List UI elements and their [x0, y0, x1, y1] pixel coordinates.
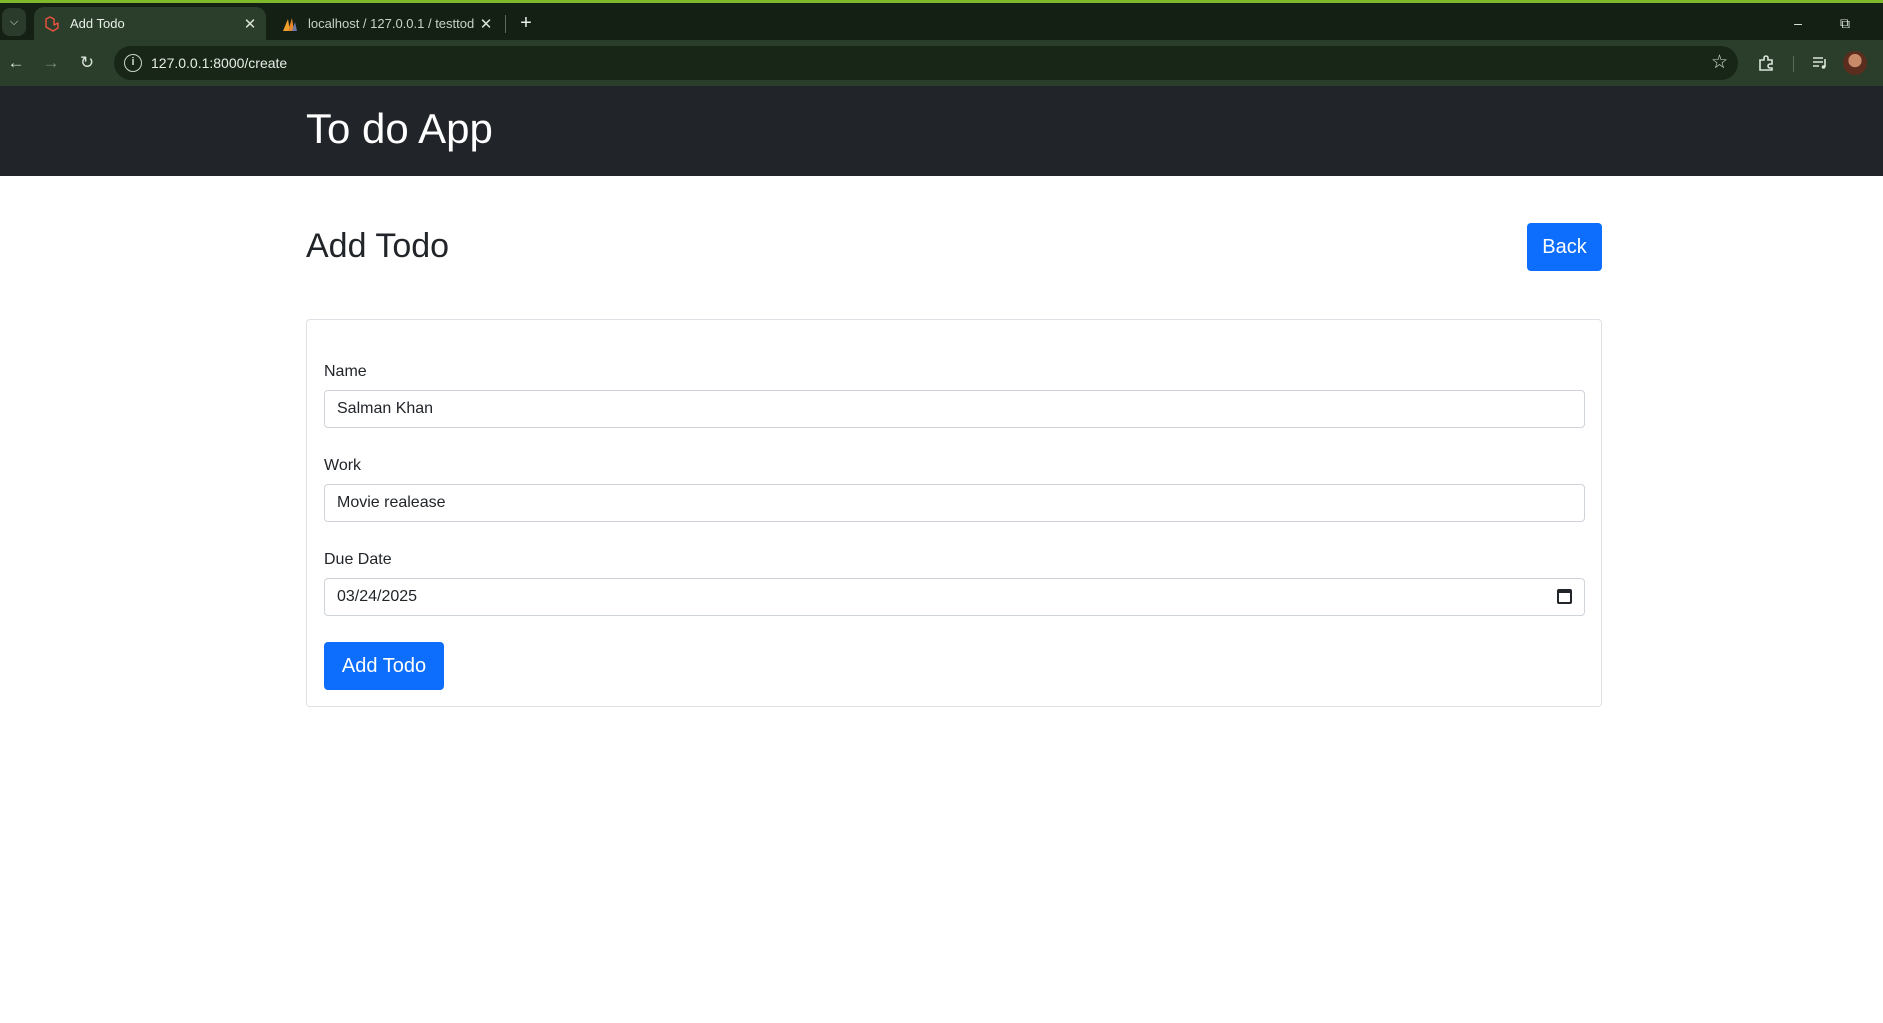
- address-bar[interactable]: i 127.0.0.1:8000/create ☆: [114, 46, 1738, 80]
- media-queue-icon: [1813, 57, 1826, 69]
- tab-separator: [505, 15, 506, 33]
- new-tab-button[interactable]: +: [514, 11, 538, 35]
- toolbar-separator: [1793, 56, 1794, 72]
- restore-icon: ⧉: [1840, 15, 1850, 31]
- minimize-button[interactable]: –: [1778, 11, 1818, 35]
- info-icon[interactable]: i: [124, 54, 142, 72]
- tab-search-button[interactable]: ⌵: [2, 8, 26, 36]
- tab-add-todo[interactable]: Add Todo ✕: [34, 7, 266, 40]
- puzzle-icon: [1759, 55, 1773, 71]
- due-date-label: Due Date: [324, 551, 392, 568]
- page-title: Add Todo: [306, 227, 450, 265]
- plus-icon: +: [520, 12, 532, 34]
- star-icon[interactable]: ☆: [1711, 51, 1728, 75]
- tab-phpmyadmin[interactable]: localhost / 127.0.0.1 / testtodos ✕: [272, 7, 502, 40]
- add-todo-submit-button[interactable]: Add Todo: [324, 642, 444, 690]
- forward-nav-button[interactable]: →: [38, 50, 64, 76]
- tab-strip: ⌵ Add Todo ✕ localhost / 127.0.0.1 / tes…: [0, 3, 1883, 40]
- tab-title: localhost / 127.0.0.1 / testtodos: [308, 16, 474, 31]
- close-icon[interactable]: ✕: [474, 15, 498, 33]
- media-button[interactable]: [1807, 50, 1833, 76]
- app-navbar: To do App: [0, 86, 1883, 176]
- browser-toolbar: ← → ↻ i 127.0.0.1:8000/create ☆: [0, 40, 1883, 86]
- work-input[interactable]: Movie realease: [324, 484, 1585, 522]
- due-date-input[interactable]: 03/24/2025: [324, 578, 1585, 616]
- browser-chrome: ⌵ Add Todo ✕ localhost / 127.0.0.1 / tes…: [0, 0, 1883, 86]
- profile-avatar[interactable]: [1843, 51, 1867, 75]
- chevron-down-icon: ⌵: [9, 15, 19, 28]
- add-todo-form: Name Salman Khan Work Movie realease Due…: [306, 319, 1602, 707]
- close-icon[interactable]: ✕: [238, 15, 262, 33]
- back-button[interactable]: Back: [1527, 223, 1602, 271]
- app-brand[interactable]: To do App: [306, 102, 493, 156]
- reload-button[interactable]: ↻: [74, 50, 100, 76]
- name-input[interactable]: Salman Khan: [324, 390, 1585, 428]
- restore-button[interactable]: ⧉: [1825, 11, 1865, 35]
- calendar-icon[interactable]: [1557, 589, 1572, 604]
- arrow-right-icon: →: [42, 53, 60, 72]
- laravel-logo-icon: [45, 15, 59, 32]
- name-label: Name: [324, 363, 367, 380]
- reload-icon: ↻: [79, 53, 95, 72]
- minimize-icon: –: [1794, 15, 1802, 31]
- work-label: Work: [324, 457, 362, 474]
- phpmyadmin-logo-icon: [283, 17, 297, 31]
- url-text[interactable]: 127.0.0.1:8000/create: [151, 55, 287, 71]
- extensions-button[interactable]: [1753, 50, 1779, 76]
- tab-title: Add Todo: [70, 16, 125, 31]
- arrow-left-icon: ←: [7, 53, 25, 72]
- due-date-value: 03/24/2025: [337, 588, 418, 605]
- back-nav-button[interactable]: ←: [3, 50, 29, 76]
